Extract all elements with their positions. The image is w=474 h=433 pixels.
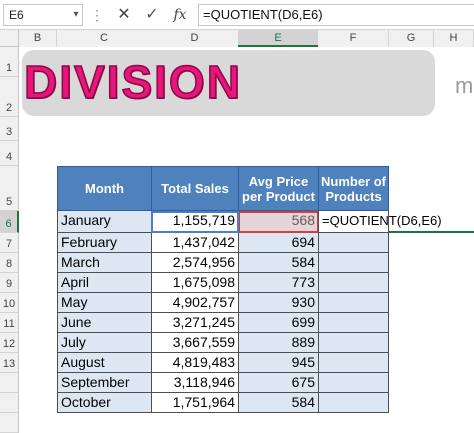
column-header-c[interactable]: C	[57, 30, 152, 47]
insert-function-button[interactable]: fx	[168, 4, 192, 26]
cell-price[interactable]: 945	[238, 353, 319, 373]
cell-month[interactable]: October	[57, 393, 152, 413]
cell-month[interactable]: May	[57, 293, 152, 313]
cell-sales[interactable]: 3,271,245	[151, 313, 239, 333]
row-header-9[interactable]: 9	[0, 273, 19, 293]
cell-products[interactable]	[318, 273, 389, 293]
column-header-d[interactable]: D	[151, 30, 239, 47]
chevron-down-icon[interactable]: ▾	[70, 4, 82, 26]
select-all-corner[interactable]	[0, 30, 19, 47]
formula-input[interactable]: =QUOTIENT(D6,E6)	[198, 4, 474, 26]
column-header-h[interactable]: H	[434, 30, 474, 47]
cell-sales[interactable]: 1,437,042	[151, 233, 239, 253]
cell-sales[interactable]: 1,675,098	[151, 273, 239, 293]
row-header[interactable]	[0, 373, 19, 393]
cell-month[interactable]: February	[57, 233, 152, 253]
row-header-1[interactable]: 1	[0, 47, 19, 77]
more-options-icon[interactable]: ⋮	[90, 4, 104, 26]
cell-month[interactable]: April	[57, 273, 152, 293]
enter-icon[interactable]: ✓	[140, 4, 164, 26]
row-header-11[interactable]: 11	[0, 313, 19, 333]
cell-products[interactable]: =QUOTIENT(D6,E6)	[318, 211, 442, 233]
cell-sales[interactable]: 1,155,719	[151, 211, 239, 233]
row-header-12[interactable]: 12	[0, 333, 19, 353]
column-header-e[interactable]: E	[238, 30, 319, 47]
cell-products[interactable]	[318, 313, 389, 333]
cell-price[interactable]: 699	[238, 313, 319, 333]
cancel-icon[interactable]: ✕	[112, 4, 136, 26]
cell-products[interactable]	[318, 333, 389, 353]
row-header-2[interactable]: 2	[0, 77, 19, 117]
row-header-10[interactable]: 10	[0, 293, 19, 313]
cell-price[interactable]: 584	[238, 253, 319, 273]
cell-sales[interactable]: 4,902,757	[151, 293, 239, 313]
row-header[interactable]	[0, 413, 19, 433]
cell-products[interactable]	[318, 393, 389, 413]
column-header-f[interactable]: F	[318, 30, 389, 47]
header-total-sales[interactable]: Total Sales	[151, 166, 239, 211]
row-header-13[interactable]: 13	[0, 353, 19, 373]
cell-sales[interactable]: 3,667,559	[151, 333, 239, 353]
cell-month[interactable]: March	[57, 253, 152, 273]
cell-price[interactable]: 675	[238, 373, 319, 393]
header-month[interactable]: Month	[57, 166, 152, 211]
cell-products[interactable]	[318, 253, 389, 273]
header-number-of-products[interactable]: Number of Products	[318, 166, 389, 211]
cell-sales[interactable]: 1,751,964	[151, 393, 239, 413]
cell-products[interactable]	[318, 293, 389, 313]
page-title: DIVISION	[23, 55, 242, 109]
cell-sales[interactable]: 4,819,483	[151, 353, 239, 373]
row-header-8[interactable]: 8	[0, 253, 19, 273]
column-header-g[interactable]: G	[389, 30, 434, 47]
row-header[interactable]	[0, 393, 19, 413]
cell-price[interactable]: 584	[238, 393, 319, 413]
column-header-b[interactable]: B	[19, 30, 57, 47]
cell-month[interactable]: August	[57, 353, 152, 373]
row-header-6[interactable]: 6	[0, 211, 19, 233]
cell-month[interactable]: June	[57, 313, 152, 333]
cell-products[interactable]	[318, 373, 389, 393]
row-header-5[interactable]: 5	[0, 166, 19, 211]
header-avg-price[interactable]: Avg Price per Product	[238, 166, 319, 211]
cut-off-text: m	[455, 74, 474, 98]
cell-price[interactable]: 889	[238, 333, 319, 353]
row-header-3[interactable]: 3	[0, 117, 19, 141]
cell-price[interactable]: 694	[238, 233, 319, 253]
cell-sales[interactable]: 3,118,946	[151, 373, 239, 393]
cell-products[interactable]	[318, 233, 389, 253]
cell-month[interactable]: July	[57, 333, 152, 353]
cell-price[interactable]: 773	[238, 273, 319, 293]
cell-price[interactable]: 930	[238, 293, 319, 313]
cell-products[interactable]	[318, 353, 389, 373]
row-header-7[interactable]: 7	[0, 233, 19, 253]
cell-month[interactable]: January	[57, 211, 152, 233]
row-header-4[interactable]: 4	[0, 141, 19, 166]
cell-month[interactable]: September	[57, 373, 152, 393]
cell-price[interactable]: 568	[238, 211, 319, 233]
cell-sales[interactable]: 2,574,956	[151, 253, 239, 273]
